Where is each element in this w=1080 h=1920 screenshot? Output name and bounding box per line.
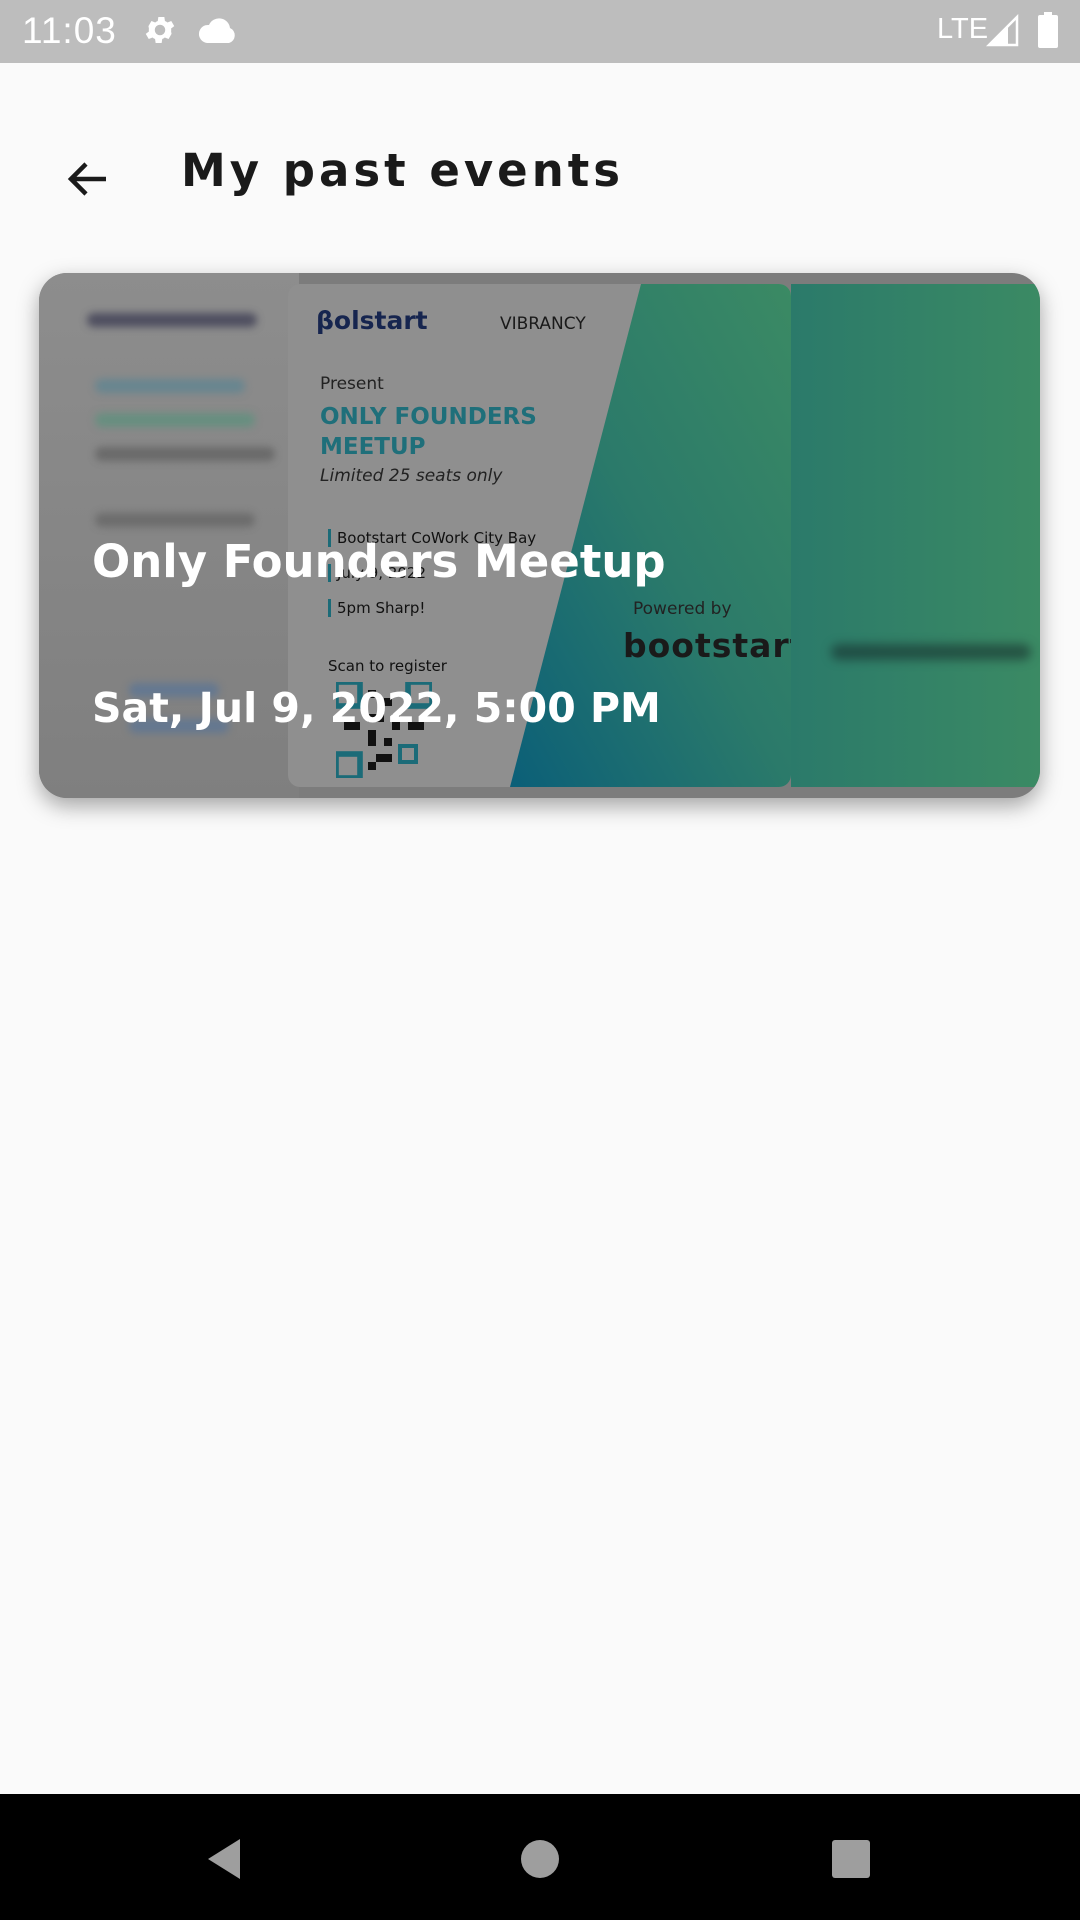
poster-logo-bolstart: βolstart bbox=[316, 306, 428, 335]
page-title: My past events bbox=[181, 144, 625, 197]
poster-present: Present bbox=[320, 374, 384, 394]
status-bar: 11:03 LTE bbox=[0, 0, 1080, 63]
event-title: Only Founders Meetup bbox=[92, 535, 666, 588]
back-button[interactable] bbox=[52, 143, 124, 215]
poster-bootstart-logo: bootstart bbox=[623, 626, 791, 665]
poster-time: 5pm Sharp! bbox=[328, 599, 425, 617]
app-bar: My past events bbox=[0, 63, 1080, 273]
arrow-left-icon bbox=[67, 162, 106, 196]
poster-logo-vibrancy: VIBRANCY bbox=[500, 314, 586, 334]
home-circle-icon[interactable] bbox=[515, 1834, 565, 1884]
poster-headline-line1: ONLY FOUNDERS bbox=[320, 404, 537, 430]
poster-powered-by: Powered by bbox=[633, 599, 732, 619]
poster-headline-line2: MEETUP bbox=[320, 434, 426, 460]
back-triangle-icon[interactable] bbox=[200, 1834, 250, 1884]
blurred-poster-right bbox=[791, 284, 1040, 787]
signal-icon bbox=[986, 14, 1019, 47]
navigation-bar bbox=[0, 1794, 1080, 1920]
poster-scan-label: Scan to register bbox=[328, 657, 447, 675]
status-time: 11:03 bbox=[22, 10, 117, 51]
poster-seats: Limited 25 seats only bbox=[320, 466, 503, 486]
poster-headline: ONLY FOUNDERS MEETUP bbox=[320, 402, 537, 462]
battery-icon bbox=[1038, 12, 1058, 48]
recents-square-icon[interactable] bbox=[825, 1834, 875, 1884]
event-datetime: Sat, Jul 9, 2022, 5:00 PM bbox=[92, 684, 661, 732]
event-card[interactable]: βolstart VIBRANCY Present ONLY FOUNDERS … bbox=[39, 273, 1040, 798]
settings-icon bbox=[145, 16, 175, 44]
cloud-icon bbox=[198, 18, 235, 43]
network-type: LTE bbox=[937, 13, 989, 45]
